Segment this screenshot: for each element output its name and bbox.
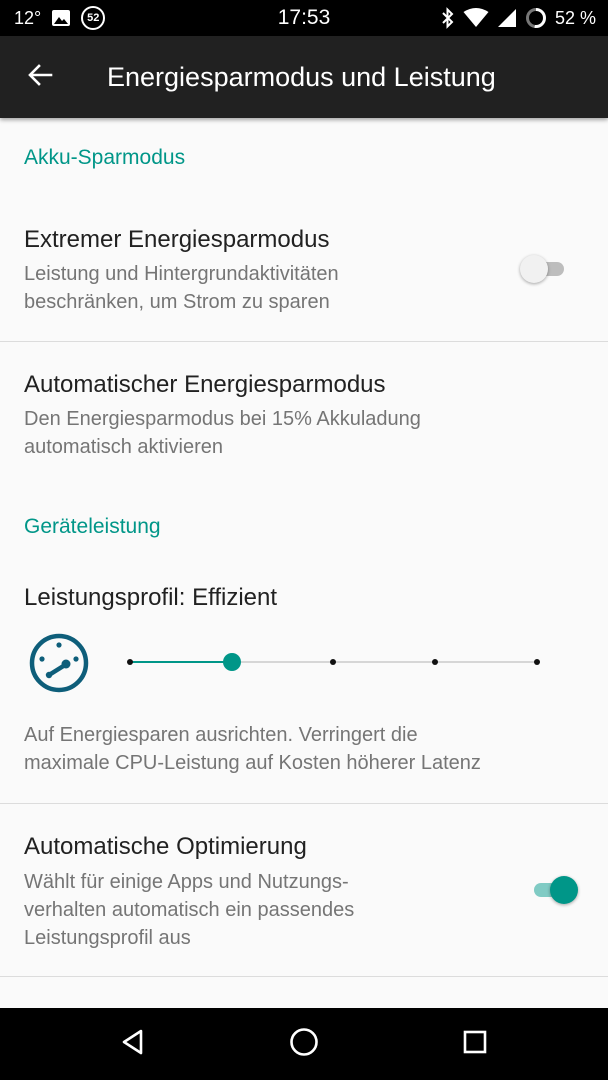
- divider: [0, 803, 608, 804]
- pref-summary-line: beschränken, um Strom zu sparen: [24, 291, 330, 313]
- speedometer-icon: [28, 632, 90, 694]
- divider: [0, 341, 608, 342]
- status-bar: 12° 52 17:53 52 %: [0, 0, 608, 36]
- nav-recents-button[interactable]: [455, 1024, 495, 1064]
- pref-automatic-power-saving[interactable]: Automatischer Energiesparmodus Den Energ…: [0, 345, 608, 475]
- status-right: 52 %: [441, 0, 596, 36]
- battery-percent: 52 %: [554, 7, 596, 28]
- performance-profile-description: Auf Energiesparen ausrichten. Verringert…: [24, 724, 418, 746]
- triangle-back-icon: [119, 1028, 147, 1061]
- pref-summary-line: Leistung und Hintergrundaktivitäten: [24, 263, 339, 285]
- back-button[interactable]: [20, 57, 60, 97]
- toggle-thumb: [520, 255, 548, 283]
- pref-summary-line: automatisch aktivieren: [24, 436, 223, 458]
- pref-summary-line: Leistungsprofil aus: [24, 927, 191, 949]
- page-title: Energiesparmodus und Leistung: [107, 62, 496, 92]
- performance-profile-description: maximale CPU-Leistung auf Kosten höherer…: [24, 752, 481, 774]
- slider-fill: [130, 661, 232, 663]
- pref-extreme-power-saving[interactable]: Extremer Energiesparmodus Leistung und H…: [0, 200, 608, 340]
- pref-title: Automatische Optimierung: [24, 833, 307, 860]
- automatic-optimization-toggle[interactable]: [530, 872, 578, 908]
- pref-title: Automatischer Energiesparmodus: [24, 371, 386, 398]
- slider-tick[interactable]: [432, 659, 438, 665]
- square-recents-icon: [462, 1029, 488, 1060]
- battery-icon: [525, 7, 547, 29]
- pref-automatic-optimization[interactable]: Automatische Optimierung Wählt für einig…: [0, 807, 608, 975]
- nav-back-button[interactable]: [113, 1024, 153, 1064]
- pref-summary-line: Den Energiesparmodus bei 15% Akkuladung: [24, 408, 421, 430]
- cellular-signal-icon: [497, 8, 517, 28]
- toggle-thumb: [550, 876, 578, 904]
- app-bar: Energiesparmodus und Leistung: [0, 36, 608, 118]
- section-header-device-performance: Geräteleistung: [24, 515, 161, 538]
- divider: [0, 976, 608, 977]
- pref-title: Extremer Energiesparmodus: [24, 226, 330, 253]
- slider-thumb[interactable]: [223, 653, 241, 671]
- slider-tick[interactable]: [330, 659, 336, 665]
- section-header-battery-saver: Akku-Sparmodus: [24, 146, 186, 169]
- navigation-bar: [0, 1008, 608, 1080]
- performance-profile-slider[interactable]: [120, 642, 550, 682]
- slider-tick[interactable]: [127, 659, 133, 665]
- nav-home-button[interactable]: [284, 1024, 324, 1064]
- performance-profile-title: Leistungsprofil: Effizient: [24, 584, 278, 611]
- circle-home-icon: [289, 1027, 319, 1062]
- slider-tick[interactable]: [534, 659, 540, 665]
- pref-summary-line: verhalten automatisch ein passendes: [24, 899, 355, 921]
- bluetooth-icon: [441, 7, 455, 29]
- pref-summary-line: Wählt für einige Apps und Nutzungs-: [24, 871, 349, 893]
- extreme-power-saving-toggle[interactable]: [520, 251, 568, 287]
- arrow-back-icon: [27, 63, 53, 92]
- wifi-icon: [463, 8, 489, 28]
